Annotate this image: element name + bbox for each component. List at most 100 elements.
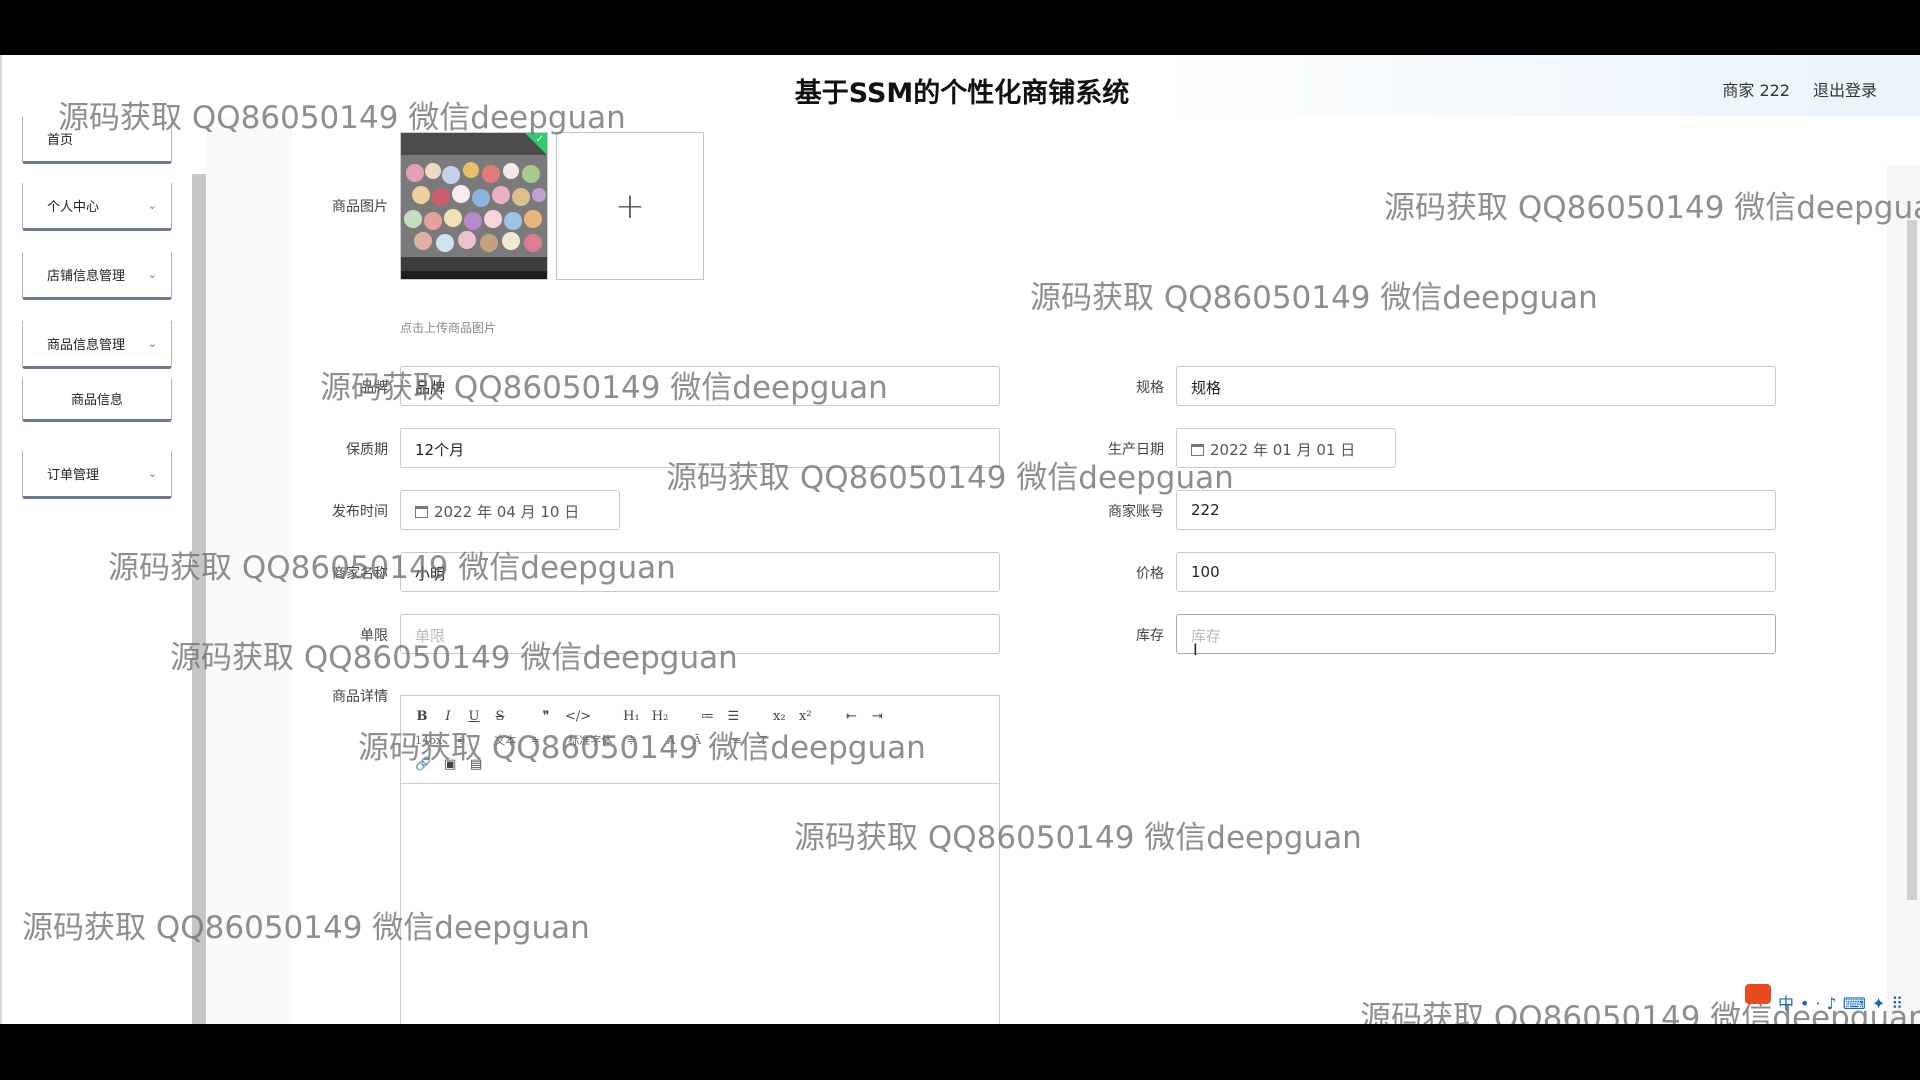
screen-letterbox-bottom bbox=[0, 1024, 1920, 1080]
editor-toolbar: B I U S ❞ </> H₁ H₂ ≔ ☰ x₂ x² ⇤ ⇥ 14px ≑… bbox=[401, 696, 999, 784]
merchant-account-input[interactable]: 222 bbox=[1176, 490, 1776, 530]
brand-value: 品牌 bbox=[415, 379, 446, 397]
font-color-button[interactable]: A bbox=[664, 734, 678, 747]
ordered-list-button[interactable]: ≔ bbox=[700, 709, 714, 724]
bullet-list-button[interactable]: ☰ bbox=[726, 709, 740, 724]
underline-button[interactable]: U bbox=[467, 709, 481, 724]
product-image-thumbnail[interactable]: ✓ bbox=[400, 132, 548, 280]
editor-toolbar-row: 14px ≑ 文本 ≑ 标准字体 ≑ A Ā ≡ T̸ bbox=[415, 728, 985, 752]
sidebar: 首页 个人中心 ⌄ 店铺信息管理 ⌄ 商品信息管理 ⌄ 商品信息 订单管理 ⌄ … bbox=[2, 116, 207, 1024]
heading1-button[interactable]: H₁ bbox=[623, 709, 640, 724]
dropdown-icon[interactable]: ≑ bbox=[624, 734, 638, 747]
outdent-button[interactable]: ⇤ bbox=[844, 709, 858, 724]
video-icon[interactable]: ▤ bbox=[469, 757, 483, 772]
align-button[interactable]: ≡ bbox=[730, 734, 744, 747]
limit-placeholder: 单限 bbox=[415, 627, 446, 645]
chevron-down-icon: ⌄ bbox=[147, 467, 157, 480]
sidebar-item-shop-info[interactable]: 店铺信息管理 ⌄ bbox=[22, 252, 172, 300]
logout-link[interactable]: 退出登录 bbox=[1813, 77, 1877, 101]
merchant-name-input[interactable]: 小明 bbox=[400, 552, 1000, 592]
screen-letterbox-top bbox=[0, 0, 1920, 55]
spec-value: 规格 bbox=[1191, 379, 1222, 397]
font-family-select[interactable]: 标准字体 bbox=[568, 732, 612, 748]
chevron-down-icon: ⌄ bbox=[147, 199, 157, 212]
blockquote-button[interactable]: ❞ bbox=[539, 709, 553, 724]
dropdown-icon[interactable]: ≑ bbox=[528, 734, 542, 747]
sidebar-item-product-info[interactable]: 商品信息 bbox=[22, 378, 172, 422]
publish-time-picker[interactable]: 2022 年 04 月 10 日 bbox=[400, 490, 620, 530]
label-merchant-account: 商家账号 bbox=[1108, 504, 1164, 520]
superscript-button[interactable]: x² bbox=[798, 709, 812, 724]
price-value: 100 bbox=[1191, 563, 1220, 581]
label-product-image: 商品图片 bbox=[332, 199, 388, 215]
shelf-life-value: 12个月 bbox=[415, 441, 465, 459]
label-stock: 库存 bbox=[1136, 628, 1164, 644]
publish-time-value: 2022 年 04 月 10 日 bbox=[434, 503, 580, 521]
editor-toolbar-row: B I U S ❞ </> H₁ H₂ ≔ ☰ x₂ x² ⇤ ⇥ bbox=[415, 704, 985, 728]
editor-body[interactable] bbox=[401, 784, 999, 1024]
calendar-icon bbox=[1191, 444, 1204, 456]
ime-toolbar-icons[interactable]: 中•·♪⌨✦⠿ bbox=[1778, 990, 1909, 1014]
production-date-picker[interactable]: 2022 年 01 月 01 日 bbox=[1176, 428, 1396, 468]
paragraph-format-select[interactable]: 文本 bbox=[494, 732, 516, 748]
app-header: 基于SSM的个性化商铺系统 商家 222 退出登录 bbox=[2, 55, 1920, 116]
label-brand: 品牌 bbox=[360, 380, 388, 396]
background-color-button[interactable]: Ā bbox=[690, 734, 704, 747]
sidebar-item-label: 商品信息管理 bbox=[47, 338, 126, 353]
label-merchant-name: 商家名称 bbox=[332, 566, 388, 582]
production-date-value: 2022 年 01 月 01 日 bbox=[1210, 441, 1356, 459]
image-icon[interactable]: ▣ bbox=[443, 757, 457, 772]
editor-toolbar-row: 🔗 ▣ ▤ bbox=[415, 752, 985, 776]
spec-input[interactable]: 规格 bbox=[1176, 366, 1776, 406]
font-size-select[interactable]: 14px bbox=[415, 734, 442, 747]
strikethrough-button[interactable]: S bbox=[493, 709, 507, 724]
calendar-icon bbox=[415, 506, 428, 518]
sidebar-item-product-management[interactable]: 商品信息管理 ⌄ bbox=[22, 321, 172, 369]
stock-input[interactable]: 库存 bbox=[1176, 614, 1776, 654]
price-input[interactable]: 100 bbox=[1176, 552, 1776, 592]
ime-logo-icon[interactable] bbox=[1745, 984, 1771, 1004]
brand-input[interactable]: 品牌 bbox=[400, 366, 1000, 406]
label-publish-time: 发布时间 bbox=[332, 504, 388, 520]
merchant-account-value: 222 bbox=[1191, 501, 1220, 519]
indent-button[interactable]: ⇥ bbox=[870, 709, 884, 724]
sidebar-item-label: 个人中心 bbox=[47, 200, 100, 215]
italic-button[interactable]: I bbox=[441, 709, 455, 724]
label-production-date: 生产日期 bbox=[1108, 442, 1164, 458]
chevron-down-icon: ⌄ bbox=[147, 337, 157, 350]
current-user: 商家 222 bbox=[1722, 81, 1790, 100]
label-spec: 规格 bbox=[1136, 380, 1164, 396]
sidebar-item-order-management[interactable]: 订单管理 ⌄ bbox=[22, 451, 172, 499]
dropdown-icon[interactable]: ≑ bbox=[454, 734, 468, 747]
label-limit: 单限 bbox=[360, 628, 388, 644]
app-title: 基于SSM的个性化商铺系统 bbox=[794, 78, 1130, 109]
limit-input[interactable]: 单限 bbox=[400, 614, 1000, 654]
text-cursor-icon: I bbox=[1193, 640, 1198, 659]
shelf-life-input[interactable]: 12个月 bbox=[400, 428, 1000, 468]
link-icon[interactable]: 🔗 bbox=[415, 757, 431, 772]
upload-image-button[interactable]: + bbox=[556, 132, 704, 280]
merchant-name-value: 小明 bbox=[415, 565, 446, 583]
sidebar-item-personal-center[interactable]: 个人中心 ⌄ bbox=[22, 183, 172, 231]
label-product-detail: 商品详情 bbox=[332, 689, 388, 705]
heading2-button[interactable]: H₂ bbox=[652, 709, 669, 724]
product-photo-image bbox=[401, 133, 547, 279]
rich-text-editor[interactable]: B I U S ❞ </> H₁ H₂ ≔ ☰ x₂ x² ⇤ ⇥ 14px ≑… bbox=[400, 695, 1000, 1025]
page-scrollbar[interactable] bbox=[1907, 220, 1917, 900]
sidebar-item-label: 首页 bbox=[47, 133, 74, 148]
sidebar-item-label: 商品信息 bbox=[70, 393, 123, 408]
chevron-down-icon: ⌄ bbox=[147, 268, 157, 281]
sidebar-item-label: 订单管理 bbox=[47, 468, 100, 483]
bold-button[interactable]: B bbox=[415, 709, 429, 724]
clear-format-button[interactable]: T̸ bbox=[756, 734, 770, 747]
sidebar-item-label: 店铺信息管理 bbox=[47, 269, 126, 284]
upload-hint-text: 点击上传商品图片 bbox=[400, 321, 497, 335]
sidebar-item-home[interactable]: 首页 bbox=[22, 116, 172, 164]
code-block-button[interactable]: </> bbox=[565, 709, 591, 724]
sidebar-scrollbar[interactable] bbox=[192, 174, 206, 1024]
check-icon: ✓ bbox=[535, 134, 544, 145]
subscript-button[interactable]: x₂ bbox=[772, 709, 786, 724]
plus-icon: + bbox=[614, 185, 646, 227]
label-shelf-life: 保质期 bbox=[346, 442, 388, 458]
label-price: 价格 bbox=[1136, 566, 1164, 582]
